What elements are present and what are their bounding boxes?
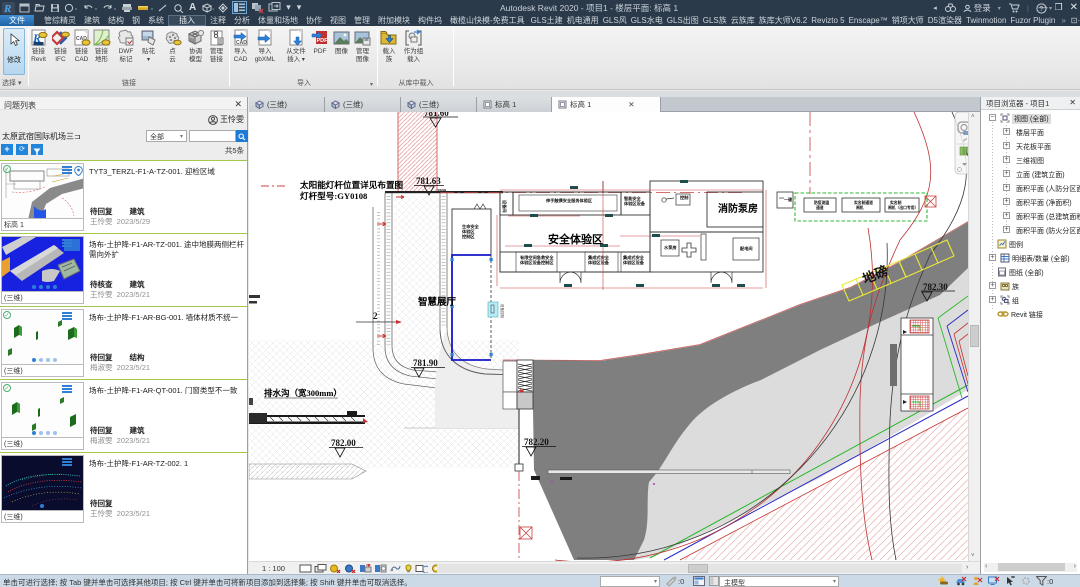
svg-text:体验区设备: 体验区设备: [588, 259, 610, 266]
svg-text:配电间: 配电间: [740, 245, 753, 252]
svg-text:一键: 一键: [784, 196, 792, 202]
svg-text:智慧展厅: 智慧展厅: [418, 296, 457, 308]
svg-text:体验区设备: 体验区设备: [623, 259, 645, 266]
svg-text:伸手触摸安全服务体验区: 伸手触摸安全服务体验区: [545, 197, 593, 204]
svg-text:实名制通道: 实名制通道: [854, 200, 873, 205]
svg-text:781.63: 781.63: [416, 176, 441, 186]
svg-text:782.30: 782.30: [923, 282, 948, 292]
svg-text:太阳能灯杆位置详见布置图: 太阳能灯杆位置详见布置图: [300, 179, 404, 190]
svg-text:控制区: 控制区: [462, 233, 475, 240]
svg-text:781.90: 781.90: [413, 358, 438, 368]
svg-text:体验区设备: 体验区设备: [624, 200, 646, 207]
svg-text:CAD: CAD: [236, 40, 247, 46]
svg-text:闸机（出口专用）: 闸机（出口专用）: [888, 205, 918, 210]
svg-text:实名制: 实名制: [890, 200, 902, 205]
svg-text:安全体验区: 安全体验区: [548, 232, 603, 246]
svg-text:通道: 通道: [816, 205, 824, 210]
svg-text:体验区设备控制区: 体验区设备控制区: [520, 259, 554, 266]
svg-text:灯杆型号:GY0108: 灯杆型号:GY0108: [300, 190, 368, 201]
svg-text:2: 2: [373, 311, 378, 321]
svg-text:控制: 控制: [680, 194, 688, 201]
svg-text:水泵房: 水泵房: [664, 244, 677, 251]
svg-text:R: R: [3, 3, 11, 14]
svg-text:消防泵房: 消防泵房: [718, 202, 758, 215]
svg-text:排水沟（宽300mm）: 排水沟（宽300mm）: [264, 388, 342, 398]
svg-text:设备间: 设备间: [501, 200, 508, 213]
svg-text:782.20: 782.20: [524, 437, 549, 447]
svg-text:设备控制: 设备控制: [500, 304, 505, 318]
svg-text:782.00: 782.00: [331, 438, 356, 448]
svg-text:防疫测温: 防疫测温: [814, 200, 829, 205]
svg-text:PDF: PDF: [317, 38, 329, 44]
svg-text:闸机: 闸机: [856, 205, 864, 210]
